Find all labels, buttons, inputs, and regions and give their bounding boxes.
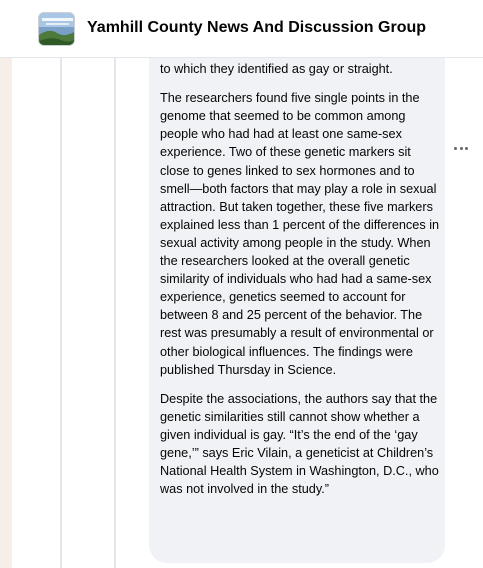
- comment-paragraph: questions about sexual fantasies and the…: [160, 62, 393, 77]
- comment-paragraph: The researchers found five single points…: [160, 91, 440, 377]
- group-avatar[interactable]: [38, 12, 75, 46]
- thread-line: [114, 58, 116, 568]
- left-panel-edge: [0, 58, 12, 568]
- comment-thread-view: questions about sexual fantasies and the…: [0, 0, 483, 568]
- thread-line: [60, 58, 62, 568]
- comment-paragraph: Despite the associations, the authors sa…: [160, 391, 439, 497]
- group-name[interactable]: Yamhill County News And Discussion Group: [87, 19, 426, 37]
- group-cover-image: [39, 13, 74, 45]
- more-options-icon[interactable]: [450, 139, 472, 157]
- group-header: Yamhill County News And Discussion Group: [0, 0, 483, 58]
- comment-body: questions about sexual fantasies and the…: [160, 58, 440, 563]
